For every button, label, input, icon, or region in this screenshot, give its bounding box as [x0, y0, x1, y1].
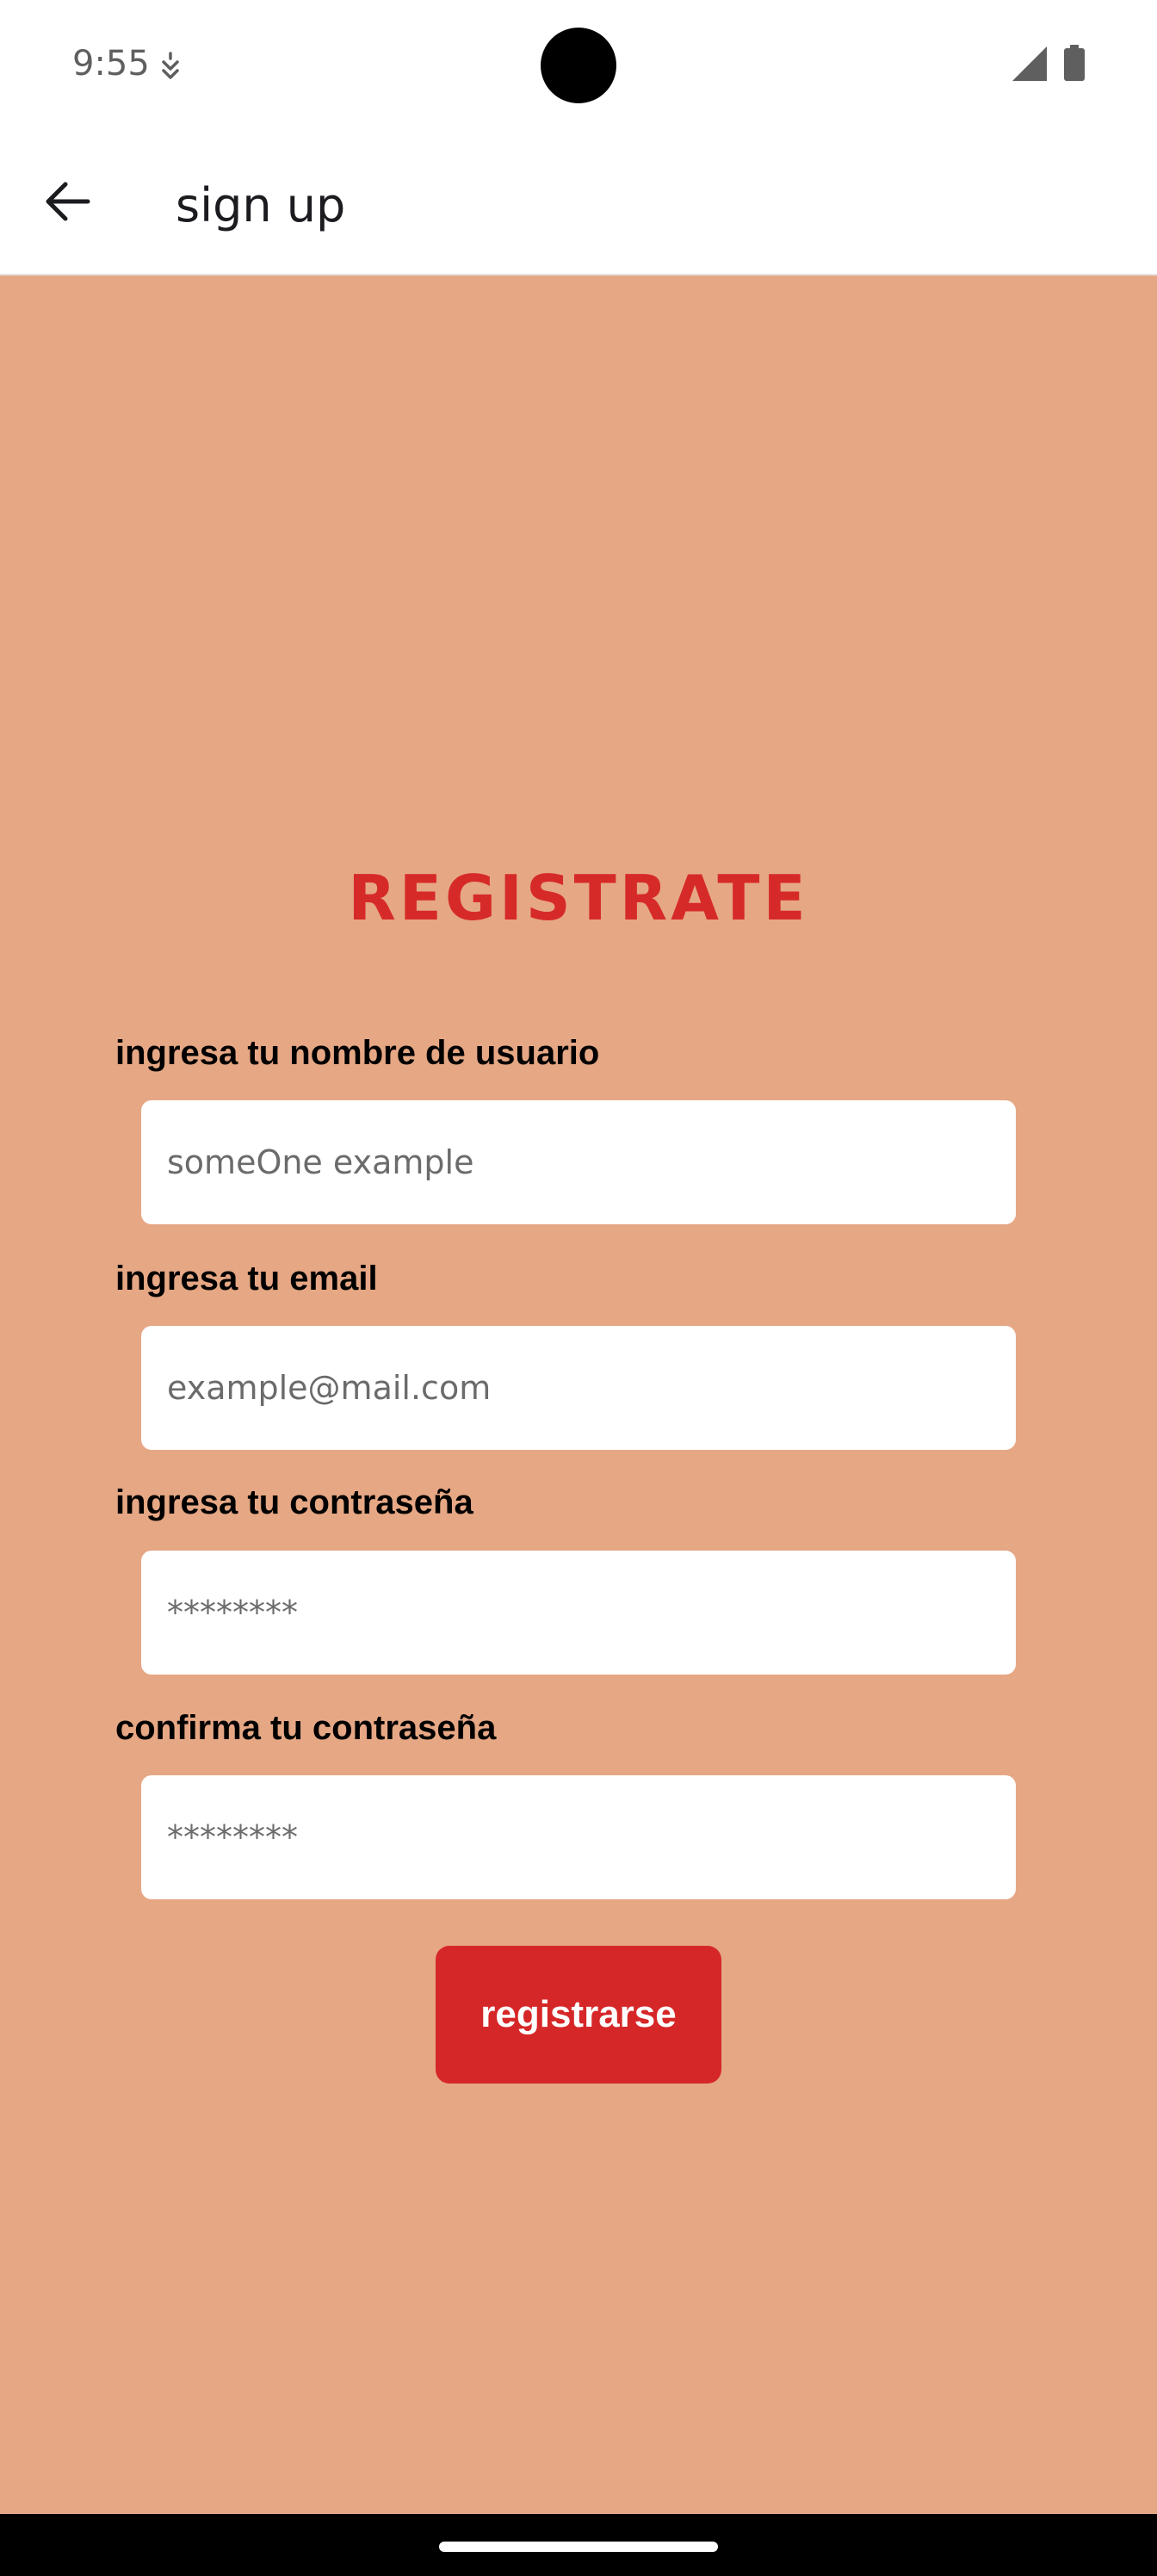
username-label: ingresa tu nombre de usuario [115, 1034, 600, 1072]
form-heading: REGISTRATE [348, 862, 809, 934]
app-bar: sign up [0, 129, 1157, 276]
status-bar: 9:55 [0, 0, 1157, 129]
home-indicator[interactable] [439, 2542, 718, 2552]
password-input[interactable] [141, 1551, 1016, 1675]
password-label: ingresa tu contraseña [115, 1483, 473, 1521]
notification-icon [162, 52, 179, 79]
battery-icon [1064, 45, 1085, 81]
page-title: sign up [176, 178, 346, 232]
confirm-password-input[interactable] [141, 1775, 1016, 1899]
username-input[interactable] [141, 1100, 1016, 1224]
confirm-password-label: confirma tu contraseña [115, 1709, 497, 1747]
navigation-bar [0, 2514, 1157, 2576]
email-input[interactable] [141, 1326, 1016, 1450]
cellular-signal-icon [1012, 46, 1047, 81]
back-button[interactable] [28, 167, 107, 236]
camera-cutout [541, 28, 616, 103]
status-time: 9:55 [72, 44, 150, 84]
email-label: ingresa tu email [115, 1260, 378, 1297]
arrow-back-icon [46, 182, 90, 221]
register-button[interactable]: registrarse [436, 1946, 721, 2084]
signup-screen: REGISTRATE ingresa tu nombre de usuario … [0, 276, 1157, 2514]
